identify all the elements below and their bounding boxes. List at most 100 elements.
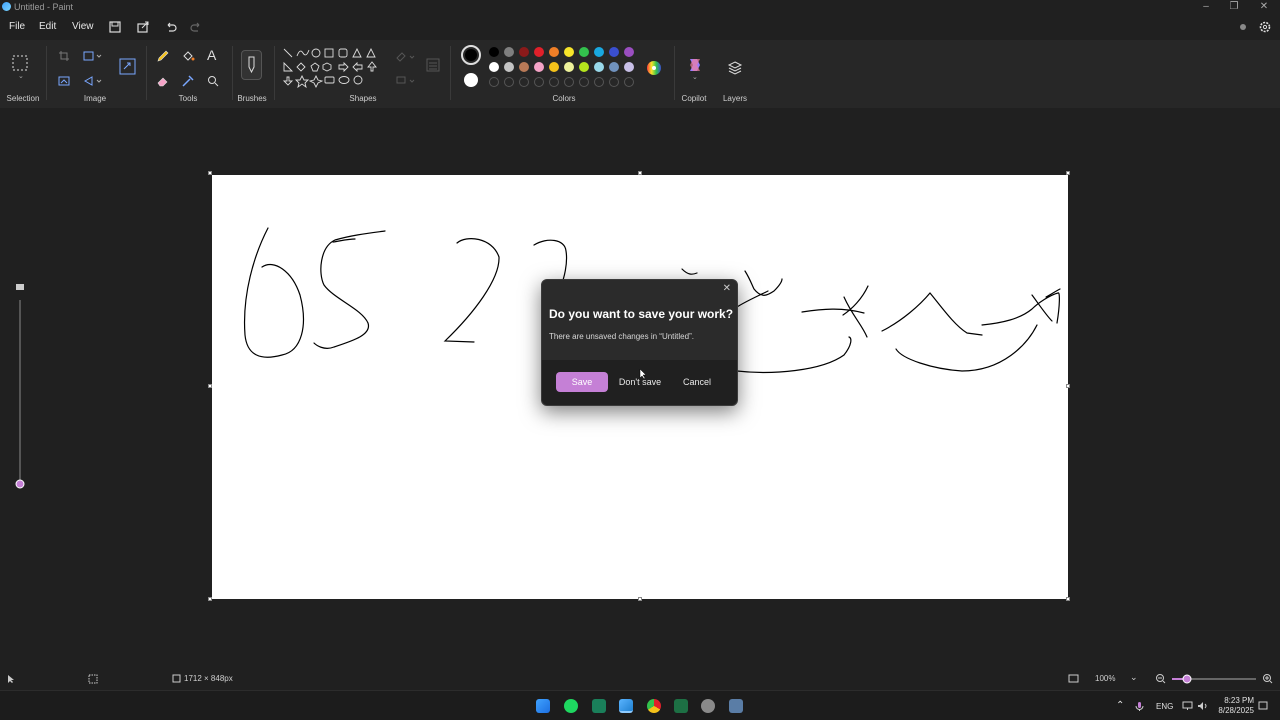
- excel-icon[interactable]: [674, 699, 688, 713]
- pencil-icon[interactable]: [156, 49, 170, 63]
- clock-time[interactable]: 8:23 PM: [1216, 696, 1254, 705]
- canvas-handle-top-right[interactable]: [1066, 171, 1070, 175]
- color-swatch[interactable]: [579, 47, 589, 57]
- fit-to-window-icon[interactable]: [1068, 673, 1079, 684]
- close-window-button[interactable]: ✕: [1250, 0, 1278, 14]
- settings-gear-icon[interactable]: [1258, 20, 1272, 34]
- notepad-icon[interactable]: [729, 699, 743, 713]
- color-swatch[interactable]: [624, 47, 634, 57]
- primary-color-swatch[interactable]: [461, 45, 481, 65]
- brush-size-slider[interactable]: [13, 280, 27, 495]
- resize-icon[interactable]: [83, 50, 103, 62]
- zoom-slider[interactable]: [1172, 674, 1256, 684]
- magnifier-icon[interactable]: [206, 74, 220, 88]
- color-swatch[interactable]: [504, 62, 514, 72]
- rotate-icon[interactable]: [83, 75, 103, 87]
- shape-outline-fill-icon[interactable]: [394, 50, 416, 88]
- paint-taskbar-icon[interactable]: [619, 699, 633, 713]
- secondary-color-swatch[interactable]: [464, 73, 478, 87]
- remove-background-icon[interactable]: [58, 75, 70, 87]
- custom-color-slot[interactable]: [504, 77, 514, 87]
- color-swatch[interactable]: [489, 62, 499, 72]
- color-swatch[interactable]: [489, 47, 499, 57]
- custom-color-slot[interactable]: [549, 77, 559, 87]
- color-swatch[interactable]: [564, 47, 574, 57]
- restore-button[interactable]: ❐: [1220, 0, 1248, 14]
- custom-color-slot[interactable]: [624, 77, 634, 87]
- text-tool-icon[interactable]: A: [207, 47, 216, 63]
- color-swatch[interactable]: [579, 62, 589, 72]
- undo-icon[interactable]: [164, 20, 178, 34]
- custom-color-slot[interactable]: [534, 77, 544, 87]
- canvas-handle-left[interactable]: [208, 384, 212, 388]
- custom-color-slot[interactable]: [594, 77, 604, 87]
- settings-app-icon[interactable]: [701, 699, 715, 713]
- clock-date[interactable]: 8/28/2025: [1216, 706, 1254, 715]
- color-picker-icon[interactable]: [181, 74, 195, 88]
- minimize-button[interactable]: –: [1192, 0, 1220, 14]
- canvas-handle-right[interactable]: [1066, 384, 1070, 388]
- shapes-gallery[interactable]: [281, 46, 381, 92]
- zoom-in-icon[interactable]: [1262, 673, 1273, 684]
- microphone-icon[interactable]: [1135, 701, 1144, 712]
- save-icon[interactable]: [108, 20, 122, 34]
- cancel-button[interactable]: Cancel: [672, 372, 722, 392]
- copilot-dropdown-icon[interactable]: ⌄: [692, 73, 698, 81]
- image-resize-icon[interactable]: [119, 58, 136, 75]
- selection-dropdown-icon[interactable]: ⌄: [18, 72, 24, 80]
- color-swatch[interactable]: [594, 62, 604, 72]
- crop-icon[interactable]: [58, 50, 70, 62]
- custom-color-slot[interactable]: [564, 77, 574, 87]
- rectangle-select-icon[interactable]: [11, 54, 29, 72]
- color-swatch[interactable]: [624, 62, 634, 72]
- custom-color-slot[interactable]: [489, 77, 499, 87]
- color-swatch[interactable]: [534, 62, 544, 72]
- line-size-icon[interactable]: [426, 58, 440, 72]
- menu-file[interactable]: File: [9, 21, 25, 32]
- redo-icon[interactable]: [189, 20, 203, 34]
- brushes-button[interactable]: [241, 50, 262, 80]
- canvas-handle-top[interactable]: [638, 171, 642, 175]
- zoom-dropdown-icon[interactable]: ⌄: [1130, 672, 1138, 683]
- edit-colors-icon[interactable]: [645, 59, 663, 77]
- share-icon[interactable]: [136, 20, 150, 34]
- custom-color-slot[interactable]: [609, 77, 619, 87]
- layers-icon[interactable]: [727, 60, 743, 76]
- eraser-icon[interactable]: [156, 74, 170, 88]
- notifications-icon[interactable]: [1258, 701, 1268, 711]
- color-swatch[interactable]: [504, 47, 514, 57]
- color-swatch[interactable]: [549, 47, 559, 57]
- color-swatch[interactable]: [609, 62, 619, 72]
- menu-edit[interactable]: Edit: [39, 21, 56, 32]
- zoom-level[interactable]: 100%: [1095, 674, 1115, 683]
- color-swatch[interactable]: [564, 62, 574, 72]
- input-language[interactable]: ENG: [1156, 702, 1173, 711]
- tray-overflow-icon[interactable]: ⌃: [1116, 700, 1124, 711]
- copilot-icon[interactable]: [686, 56, 704, 74]
- chrome-icon[interactable]: [647, 699, 661, 713]
- volume-icon[interactable]: [1197, 701, 1208, 711]
- group-label-selection: Selection: [6, 94, 40, 103]
- canvas-handle-bottom-right[interactable]: [1066, 597, 1070, 601]
- color-swatch[interactable]: [534, 47, 544, 57]
- dialog-close-icon[interactable]: ✕: [723, 283, 731, 294]
- save-button[interactable]: Save: [556, 372, 608, 392]
- zoom-out-icon[interactable]: [1155, 673, 1166, 684]
- network-icon[interactable]: [1182, 701, 1193, 711]
- canvas-handle-bottom[interactable]: [638, 597, 642, 601]
- spotify-icon[interactable]: [564, 699, 578, 713]
- canvas-handle-bottom-left[interactable]: [208, 597, 212, 601]
- color-swatch[interactable]: [519, 47, 529, 57]
- color-swatch[interactable]: [594, 47, 604, 57]
- color-swatch[interactable]: [519, 62, 529, 72]
- canvas-handle-top-left[interactable]: [208, 171, 212, 175]
- menu-view[interactable]: View: [72, 21, 94, 32]
- custom-color-slot[interactable]: [519, 77, 529, 87]
- color-swatch[interactable]: [549, 62, 559, 72]
- fill-bucket-icon[interactable]: [181, 49, 195, 63]
- start-windows-icon[interactable]: [536, 699, 550, 713]
- color-swatch[interactable]: [609, 47, 619, 57]
- terminal-app-icon[interactable]: [592, 699, 606, 713]
- custom-color-slot[interactable]: [579, 77, 589, 87]
- account-icon[interactable]: [1236, 20, 1250, 34]
